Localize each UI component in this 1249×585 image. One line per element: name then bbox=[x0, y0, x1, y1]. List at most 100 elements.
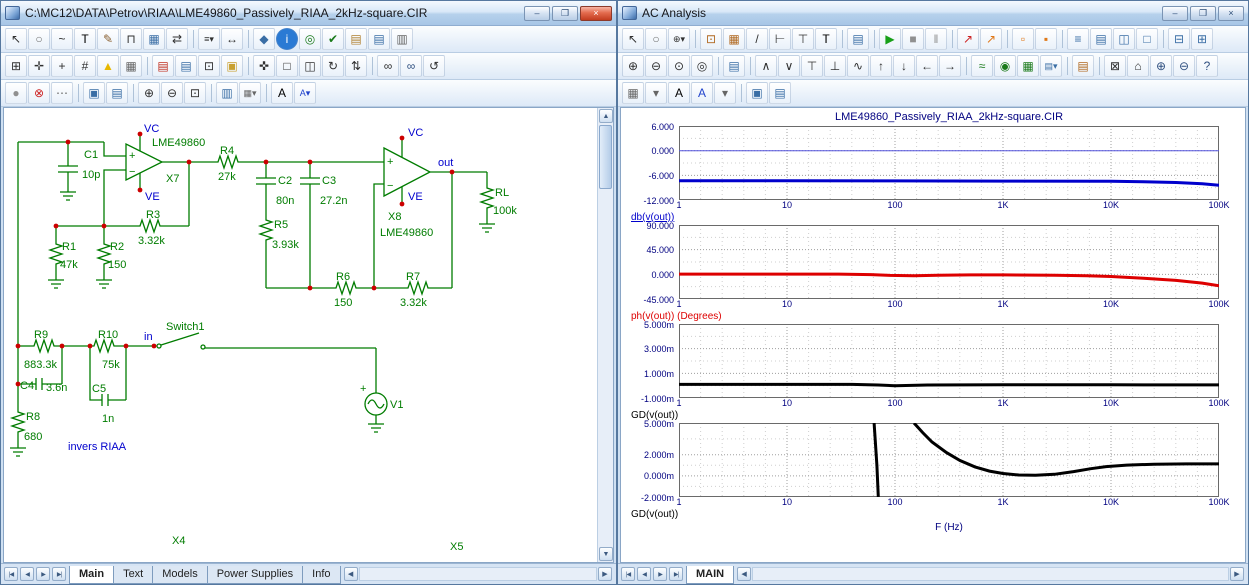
schematic-label[interactable]: 150 bbox=[334, 297, 352, 309]
cursor-right-icon[interactable]: → bbox=[939, 55, 961, 77]
schematic-label[interactable]: Switch1 bbox=[166, 321, 205, 333]
grid-icon[interactable]: ▦ bbox=[120, 55, 142, 77]
paste-icon[interactable]: ▤ bbox=[769, 82, 791, 104]
dropdown-arrow-icon[interactable]: ▾ bbox=[645, 82, 667, 104]
document-icon[interactable]: ▤ bbox=[175, 55, 197, 77]
pages-icon[interactable]: ▤ bbox=[1090, 28, 1112, 50]
pause-icon[interactable]: ‖ bbox=[925, 28, 947, 50]
schematic-label[interactable]: 100k bbox=[493, 205, 517, 217]
region-icon[interactable]: ⊡ bbox=[198, 55, 220, 77]
schematic-label[interactable]: 80n bbox=[276, 195, 294, 207]
schematic-label[interactable]: 3.6n bbox=[46, 382, 67, 394]
valley-icon[interactable]: ∨ bbox=[778, 55, 800, 77]
info-icon[interactable]: i bbox=[276, 28, 298, 50]
analysis-hscroll-track[interactable] bbox=[752, 567, 1229, 581]
last-page-button[interactable]: ▶| bbox=[52, 567, 66, 581]
close-button[interactable]: × bbox=[580, 6, 612, 21]
resistor-symbol[interactable] bbox=[30, 340, 58, 352]
home-icon[interactable]: ⌂ bbox=[1127, 55, 1149, 77]
schematic-label[interactable]: invers RIAA bbox=[68, 441, 127, 453]
schematic-label[interactable]: C3 bbox=[322, 175, 336, 187]
flip-vertical-icon[interactable]: ⇅ bbox=[345, 55, 367, 77]
tab-info[interactable]: Info bbox=[302, 566, 340, 584]
schematic-label[interactable]: C2 bbox=[278, 175, 292, 187]
wire[interactable] bbox=[48, 280, 64, 288]
list-dropdown-icon[interactable]: ≡▾ bbox=[198, 28, 220, 50]
schematic-label[interactable]: VC bbox=[408, 127, 423, 139]
font-color-icon[interactable]: A bbox=[691, 82, 713, 104]
schematic-label[interactable]: R1 bbox=[62, 241, 76, 253]
zoom-auto-icon[interactable]: ⊙ bbox=[668, 55, 690, 77]
component-symbols[interactable]: +−+−+ bbox=[12, 144, 493, 436]
grid-dropdown-icon[interactable]: ▦ bbox=[622, 82, 644, 104]
schematic-label[interactable]: 3.32k bbox=[400, 297, 427, 309]
schematic-label[interactable]: VE bbox=[145, 191, 160, 203]
analysis-close-button[interactable]: × bbox=[1218, 6, 1244, 21]
scroll-down-button[interactable]: ▼ bbox=[599, 547, 613, 561]
schematic-label[interactable]: 75k bbox=[102, 359, 120, 371]
switch-contact[interactable] bbox=[201, 345, 205, 349]
ghost-mode-icon[interactable]: ○ bbox=[645, 28, 667, 50]
data-points-icon[interactable]: ▫ bbox=[1012, 28, 1034, 50]
schematic-label[interactable]: VE bbox=[408, 191, 423, 203]
image-icon[interactable]: ▥ bbox=[216, 82, 238, 104]
find-next-icon[interactable]: ∞ bbox=[400, 55, 422, 77]
next-page-button[interactable]: ▶ bbox=[36, 567, 50, 581]
wire[interactable] bbox=[96, 280, 112, 288]
schematic-label[interactable]: 3.32k bbox=[138, 235, 165, 247]
schematic-label[interactable]: RL bbox=[495, 187, 509, 199]
switch-arm[interactable] bbox=[161, 333, 199, 345]
tokens-icon[interactable]: ▪ bbox=[1035, 28, 1057, 50]
scroll-up-button[interactable]: ▲ bbox=[599, 109, 613, 123]
schematic-hscrollbar[interactable]: ◀ ▶ bbox=[343, 566, 613, 582]
vscroll-thumb[interactable] bbox=[599, 125, 612, 189]
schematic-labels[interactable]: C110pVCLME49860X7VER33.32kR427kC280nC327… bbox=[20, 123, 517, 553]
schematic-label[interactable]: R10 bbox=[98, 329, 118, 341]
analysis-titlebar[interactable]: AC Analysis – ❐ × bbox=[618, 1, 1248, 26]
probe-red-icon[interactable]: ↗ bbox=[957, 28, 979, 50]
trace-label-3[interactable]: GD(v(out)) bbox=[631, 410, 1245, 423]
wire[interactable] bbox=[479, 224, 495, 232]
panel-icon[interactable]: □ bbox=[1136, 28, 1158, 50]
schematic-label[interactable]: C4 bbox=[20, 380, 34, 392]
analysis-minimize-button[interactable]: – bbox=[1162, 6, 1188, 21]
font-icon[interactable]: A bbox=[271, 82, 293, 104]
analysis-hscroll-right-button[interactable]: ▶ bbox=[1230, 567, 1244, 581]
cursor-left-icon[interactable]: ← bbox=[916, 55, 938, 77]
shape-icon[interactable]: ◆ bbox=[253, 28, 275, 50]
wire[interactable] bbox=[104, 170, 126, 226]
zoom-area-icon[interactable]: ⊡ bbox=[184, 82, 206, 104]
mirror-icon[interactable]: ◫ bbox=[299, 55, 321, 77]
warning-icon[interactable]: ▲ bbox=[97, 55, 119, 77]
restore-button[interactable]: ❐ bbox=[552, 6, 578, 21]
fft-icon[interactable]: ▦ bbox=[1017, 55, 1039, 77]
tab-models[interactable]: Models bbox=[152, 566, 207, 584]
exclude-icon[interactable]: ⊠ bbox=[1104, 55, 1126, 77]
schematic-label[interactable]: VC bbox=[144, 123, 159, 135]
schematic-label[interactable]: 680 bbox=[24, 431, 42, 443]
tab-text[interactable]: Text bbox=[113, 566, 153, 584]
layout-icon[interactable]: ⊟ bbox=[1168, 28, 1190, 50]
zoom-in-icon[interactable]: ⊕ bbox=[622, 55, 644, 77]
ghost-mode-icon[interactable]: ○ bbox=[28, 28, 50, 50]
repeat-icon[interactable]: ↺ bbox=[423, 55, 445, 77]
prev-page-button[interactable]: ◀ bbox=[20, 567, 34, 581]
global-high-icon[interactable]: ↑ bbox=[870, 55, 892, 77]
component-mode-icon[interactable]: ⊓ bbox=[120, 28, 142, 50]
stop-circle-icon[interactable]: ⊗ bbox=[28, 82, 50, 104]
trace-label-2[interactable]: ph(v(out)) (Degrees) bbox=[631, 311, 1245, 324]
high-icon[interactable]: ⊤ bbox=[801, 55, 823, 77]
select-icon[interactable]: ↖ bbox=[5, 28, 27, 50]
copy-icon[interactable]: ▣ bbox=[83, 82, 105, 104]
properties-icon[interactable]: ▤ bbox=[847, 28, 869, 50]
schematic-label[interactable]: R6 bbox=[336, 271, 350, 283]
peak-icon[interactable]: ∧ bbox=[755, 55, 777, 77]
schematic-label[interactable]: 883.3k bbox=[24, 359, 58, 371]
wire[interactable] bbox=[104, 142, 126, 156]
minimize-button[interactable]: – bbox=[524, 6, 550, 21]
slope-icon[interactable]: / bbox=[746, 28, 768, 50]
schematic-label[interactable]: R7 bbox=[406, 271, 420, 283]
red-document-icon[interactable]: ▤ bbox=[152, 55, 174, 77]
wire[interactable] bbox=[368, 424, 384, 432]
schematic-label[interactable]: X7 bbox=[166, 173, 179, 185]
